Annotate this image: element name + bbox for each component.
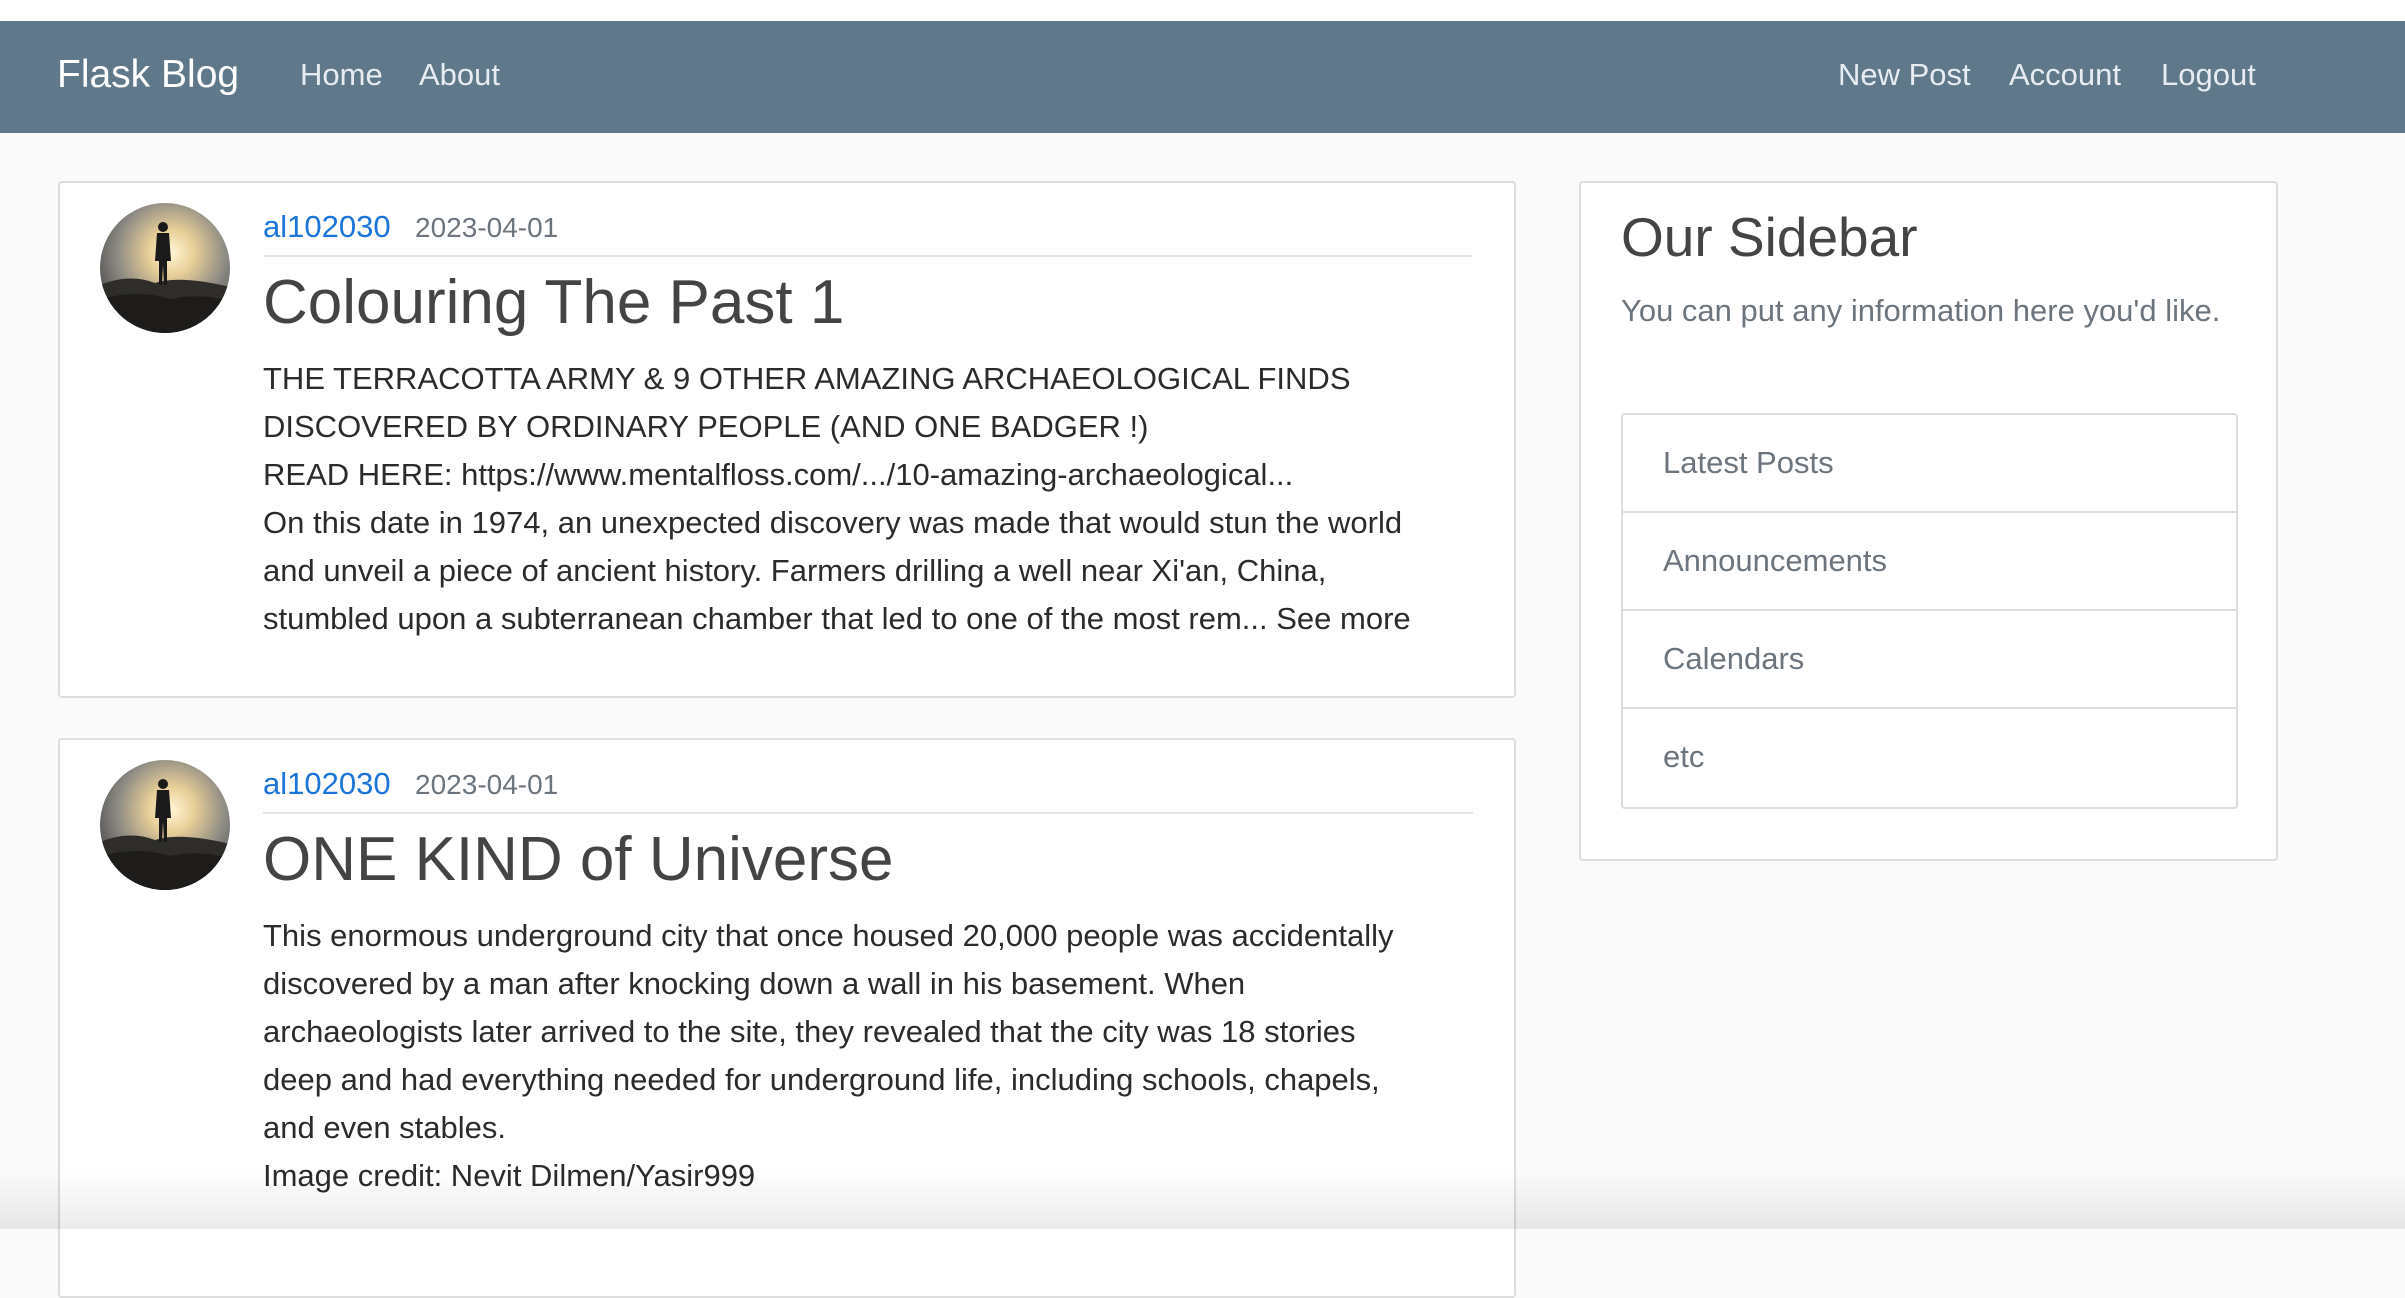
- avatar-image-icon: [100, 760, 230, 890]
- author-link[interactable]: al102030: [263, 766, 391, 801]
- sidebar-list: Latest Posts Announcements Calendars etc: [1621, 413, 2238, 809]
- nav-home-link[interactable]: Home: [300, 57, 383, 93]
- avatar-image-icon: [100, 203, 230, 333]
- avatar: [100, 760, 230, 890]
- post-card: al102030 2023-04-01 Colouring The Past 1…: [58, 181, 1516, 698]
- content-line: This enormous underground city that once…: [263, 918, 1394, 953]
- nav-new-post-link[interactable]: New Post: [1838, 57, 1971, 93]
- sidebar-description: You can put any information here you'd l…: [1621, 293, 2221, 328]
- content-line: On this date in 1974, an unexpected disc…: [263, 505, 1403, 540]
- post-meta: al102030 2023-04-01: [263, 209, 1473, 257]
- sidebar-title: Our Sidebar: [1621, 206, 1918, 268]
- sidebar: Our Sidebar You can put any information …: [1579, 181, 2278, 861]
- post-title[interactable]: ONE KIND of Universe: [263, 824, 894, 895]
- sidebar-item-etc[interactable]: etc: [1623, 709, 2236, 807]
- content-line: and unveil a piece of ancient history. F…: [263, 553, 1327, 588]
- sidebar-item-announcements[interactable]: Announcements: [1623, 513, 2236, 611]
- nav-logout-link[interactable]: Logout: [2161, 57, 2256, 93]
- content-line: and even stables.: [263, 1110, 507, 1145]
- post-content: This enormous underground city that once…: [263, 912, 1493, 1200]
- content-line: THE TERRACOTTA ARMY & 9 OTHER AMAZING AR…: [263, 361, 1351, 396]
- content-line: stumbled upon a subterranean chamber tha…: [263, 601, 1411, 636]
- content-line: READ HERE: https://www.mentalfloss.com/.…: [263, 457, 1294, 492]
- content-line: discovered by a man after knocking down …: [263, 966, 1246, 1001]
- post-card: al102030 2023-04-01 ONE KIND of Universe…: [58, 738, 1516, 1298]
- content-line: Image credit: Nevit Dilmen/Yasir999: [263, 1158, 756, 1193]
- avatar: [100, 203, 230, 333]
- author-link[interactable]: al102030: [263, 209, 391, 244]
- nav-account-link[interactable]: Account: [2009, 57, 2121, 93]
- post-meta: al102030 2023-04-01: [263, 766, 1473, 814]
- content-line: archaeologists later arrived to the site…: [263, 1014, 1356, 1049]
- nav-about-link[interactable]: About: [419, 57, 500, 93]
- post-title[interactable]: Colouring The Past 1: [263, 267, 844, 338]
- content-line: DISCOVERED BY ORDINARY PEOPLE (AND ONE B…: [263, 409, 1149, 444]
- post-content: THE TERRACOTTA ARMY & 9 OTHER AMAZING AR…: [263, 355, 1493, 643]
- post-date: 2023-04-01: [415, 769, 559, 800]
- post-date: 2023-04-01: [415, 212, 559, 243]
- content-line: deep and had everything needed for under…: [263, 1062, 1380, 1097]
- sidebar-item-calendars[interactable]: Calendars: [1623, 611, 2236, 709]
- brand-link[interactable]: Flask Blog: [57, 53, 239, 97]
- sidebar-item-latest-posts[interactable]: Latest Posts: [1623, 415, 2236, 513]
- browser-top-strip: [0, 0, 2405, 22]
- navbar: Flask Blog Home About New Post Account L…: [0, 21, 2405, 133]
